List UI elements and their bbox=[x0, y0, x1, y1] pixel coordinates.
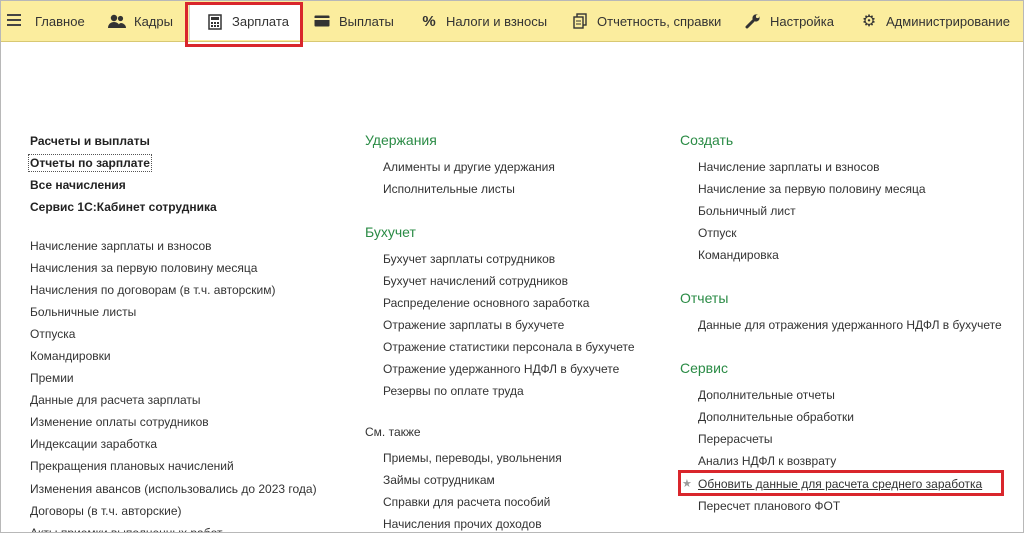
users-icon bbox=[108, 12, 126, 30]
link-update-average-earnings[interactable]: Обновить данные для расчета среднего зар… bbox=[698, 476, 982, 492]
link-right-item[interactable]: Анализ НДФЛ к возврату bbox=[698, 453, 836, 469]
card-icon bbox=[313, 12, 331, 30]
wrench-icon bbox=[744, 12, 762, 30]
link-right-item[interactable]: Пересчет планового ФОТ bbox=[698, 498, 840, 514]
section-menu-bar: Главное Кадры Зарплата Выплаты % Налоги … bbox=[1, 1, 1023, 42]
link-middle-item[interactable]: Бухучет зарплаты сотрудников bbox=[383, 251, 555, 267]
documents-icon bbox=[571, 12, 589, 30]
app-window: Главное Кадры Зарплата Выплаты % Налоги … bbox=[0, 0, 1024, 533]
hamburger-icon[interactable] bbox=[7, 14, 21, 28]
link-left-item[interactable]: Премии bbox=[30, 370, 74, 386]
link-left-item[interactable]: Командировки bbox=[30, 348, 111, 364]
link-middle-item[interactable]: Бухучет начислений сотрудников bbox=[383, 273, 568, 289]
link-left-item[interactable]: Договоры (в т.ч. авторские) bbox=[30, 503, 182, 519]
tab-main[interactable]: Главное bbox=[35, 1, 85, 41]
tab-reports[interactable]: Отчетность, справки bbox=[571, 1, 721, 41]
link-employee-cabinet-service[interactable]: Сервис 1С:Кабинет сотрудника bbox=[30, 199, 217, 215]
link-right-item[interactable]: Дополнительные отчеты bbox=[698, 387, 835, 403]
link-right-item[interactable]: Начисление за первую половину месяца bbox=[698, 181, 926, 197]
gear-icon: ⚙ bbox=[861, 13, 877, 30]
link-middle-item[interactable]: Справки для расчета пособий bbox=[383, 494, 550, 510]
tab-administration[interactable]: ⚙ Администрирование bbox=[860, 1, 1010, 41]
favorite-star-icon[interactable]: ★ bbox=[682, 477, 692, 490]
group-title-reports: Отчеты bbox=[680, 290, 729, 306]
tab-payments[interactable]: Выплаты bbox=[313, 1, 394, 41]
link-right-item[interactable]: Командировка bbox=[698, 247, 779, 263]
link-left-item[interactable]: Индексации заработка bbox=[30, 436, 157, 452]
percent-icon: % bbox=[422, 12, 436, 30]
link-middle-item[interactable]: Распределение основного заработка bbox=[383, 295, 589, 311]
link-left-item[interactable]: Начисление зарплаты и взносов bbox=[30, 238, 212, 254]
link-right-item[interactable]: Больничный лист bbox=[698, 203, 796, 219]
link-left-item[interactable]: Начисления по договорам (в т.ч. авторски… bbox=[30, 282, 276, 298]
link-middle-item[interactable]: Начисления прочих доходов bbox=[383, 516, 542, 532]
link-all-accruals[interactable]: Все начисления bbox=[30, 177, 126, 193]
tab-settings[interactable]: Настройка bbox=[744, 1, 834, 41]
group-title-deductions: Удержания bbox=[365, 132, 437, 148]
link-left-item[interactable]: Начисления за первую половину месяца bbox=[30, 260, 257, 276]
link-payroll-reports[interactable]: Отчеты по зарплате bbox=[28, 154, 152, 172]
link-middle-item[interactable]: Резервы по оплате труда bbox=[383, 383, 524, 399]
tab-hr[interactable]: Кадры bbox=[108, 1, 173, 41]
link-right-item[interactable]: Данные для отражения удержанного НДФЛ в … bbox=[698, 317, 1002, 333]
link-right-item[interactable]: Отпуск bbox=[698, 225, 736, 241]
link-middle-item[interactable]: Займы сотрудникам bbox=[383, 472, 495, 488]
group-title-accounting: Бухучет bbox=[365, 224, 416, 240]
calculator-icon bbox=[206, 13, 224, 31]
link-right-item[interactable]: Перерасчеты bbox=[698, 431, 773, 447]
link-left-item[interactable]: Изменения авансов (использовались до 202… bbox=[30, 481, 317, 497]
link-right-item[interactable]: Дополнительные обработки bbox=[698, 409, 854, 425]
link-right-item[interactable]: Начисление зарплаты и взносов bbox=[698, 159, 880, 175]
link-middle-item[interactable]: Приемы, переводы, увольнения bbox=[383, 450, 562, 466]
tab-salary[interactable]: Зарплата bbox=[189, 2, 301, 40]
tab-taxes[interactable]: % Налоги и взносы bbox=[420, 1, 547, 41]
link-middle-item[interactable]: Алименты и другие удержания bbox=[383, 159, 555, 175]
link-left-item[interactable]: Изменение оплаты сотрудников bbox=[30, 414, 209, 430]
link-middle-item[interactable]: Отражение зарплаты в бухучете bbox=[383, 317, 564, 333]
link-middle-item[interactable]: Исполнительные листы bbox=[383, 181, 515, 197]
link-payroll-and-payments[interactable]: Расчеты и выплаты bbox=[30, 133, 150, 149]
link-middle-item[interactable]: Отражение удержанного НДФЛ в бухучете bbox=[383, 361, 619, 377]
group-title-create: Создать bbox=[680, 132, 734, 148]
group-title-service: Сервис bbox=[680, 360, 728, 376]
link-left-item[interactable]: Больничные листы bbox=[30, 304, 136, 320]
link-left-item[interactable]: Акты приемки выполненных работ bbox=[30, 525, 222, 532]
link-left-item[interactable]: Прекращения плановых начислений bbox=[30, 458, 234, 474]
link-left-item[interactable]: Данные для расчета зарплаты bbox=[30, 392, 201, 408]
link-left-item[interactable]: Отпуска bbox=[30, 326, 75, 342]
group-title-see-also: См. также bbox=[365, 425, 421, 439]
link-middle-item[interactable]: Отражение статистики персонала в бухучет… bbox=[383, 339, 635, 355]
